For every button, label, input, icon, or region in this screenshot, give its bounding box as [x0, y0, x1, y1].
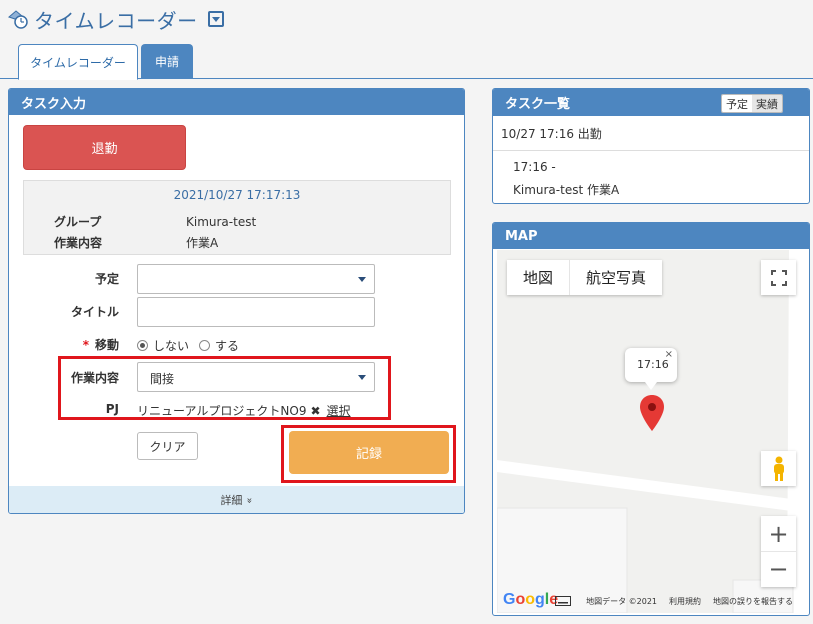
work-content-label: 作業内容 [70, 371, 119, 385]
pj-label: PJ [105, 402, 119, 416]
move-label: * 移動 [49, 336, 119, 353]
radio-unchecked-icon [199, 340, 210, 351]
list-item[interactable]: 10/27 17:16 出勤 [493, 116, 809, 151]
keyboard-icon[interactable] [555, 596, 571, 606]
work-value: 作業A [186, 236, 219, 250]
move-label-text: 移動 [94, 338, 119, 352]
fullscreen-button[interactable] [761, 260, 796, 295]
remove-icon[interactable]: ✖ [310, 404, 320, 418]
status-datetime: 2021/10/27 17:17:13 [173, 188, 301, 202]
move-radio-yes-label: する [215, 339, 240, 353]
fullscreen-icon [770, 269, 787, 286]
switch-plan[interactable]: 予定 [722, 95, 752, 112]
map-type-satellite-button[interactable]: 航空写真 [569, 260, 662, 295]
list-item-time: 17:16 - [513, 160, 556, 174]
title-input[interactable] [137, 297, 375, 327]
move-radio-no-label: しない [153, 339, 190, 353]
zoom-out-button[interactable]: − [761, 552, 796, 587]
map-panel: MAP 地図 航空写真 17:16 × + − Google 地図データ ©20… [492, 222, 810, 616]
switch-actual[interactable]: 実績 [752, 95, 782, 112]
report-error-link[interactable]: 地図の誤りを報告する [713, 596, 793, 607]
timerecorder-logo-icon [6, 8, 30, 30]
task-list-header: タスク一覧 予定 実績 [493, 89, 809, 116]
map-footer: 地図データ ©2021 利用規約 地図の誤りを報告する [586, 596, 793, 607]
task-list-title: タスク一覧 [505, 97, 571, 112]
task-list-panel: タスク一覧 予定 実績 10/27 17:16 出勤 17:16 - Kimur… [492, 88, 810, 204]
map-info-popup: 17:16 × [625, 348, 677, 390]
title-label: タイトル [70, 305, 119, 319]
pj-field: リニューアルプロジェクトNO9 ✖ 選択 [137, 402, 351, 419]
chevron-down-icon: » [244, 496, 255, 504]
clear-button[interactable]: クリア [137, 432, 198, 460]
caret-down-icon [358, 277, 366, 282]
move-radio-no[interactable]: しない [137, 337, 189, 354]
map-type-control: 地図 航空写真 [507, 260, 663, 295]
plan-label: 予定 [94, 272, 119, 286]
tab-request[interactable]: 申請 [141, 44, 193, 79]
work-content-select[interactable]: 間接 [137, 362, 375, 392]
group-value: Kimura-test [186, 215, 257, 229]
work-row: 作業内容 作業A [54, 234, 218, 251]
caret-down-icon [358, 375, 366, 380]
terms-link[interactable]: 利用規約 [669, 596, 701, 607]
pegman-icon [773, 456, 784, 481]
current-status-box: 2021/10/27 17:17:13 グループ Kimura-test 作業内容… [23, 180, 451, 255]
required-mark: * [82, 338, 89, 352]
map-canvas[interactable]: 地図 航空写真 17:16 × + − Google 地図データ ©2021 利… [497, 250, 799, 613]
leave-button[interactable]: 退勤 [23, 125, 186, 170]
street-view-button[interactable] [761, 451, 796, 486]
move-radio-yes[interactable]: する [199, 337, 239, 354]
map-pin-icon[interactable] [640, 395, 664, 431]
google-logo: Google [503, 591, 559, 608]
caret-down-icon [211, 16, 220, 22]
plan-actual-switch: 予定 実績 [721, 94, 783, 113]
zoom-control: + − [761, 516, 796, 587]
popup-close-icon[interactable]: × [665, 349, 673, 360]
group-label: グループ [54, 215, 102, 229]
pj-value: リニューアルプロジェクトNO9 [137, 404, 307, 418]
tab-timerecorder[interactable]: タイムレコーダー [18, 44, 138, 80]
menu-toggle-button[interactable] [207, 11, 224, 27]
radio-checked-icon [137, 340, 148, 351]
work-content-value: 間接 [150, 372, 175, 386]
detail-toggle[interactable]: 詳細 » [9, 486, 464, 513]
record-button[interactable]: 記録 [289, 431, 449, 474]
pj-select-link[interactable]: 選択 [327, 402, 351, 419]
detail-toggle-label: 詳細 [220, 494, 243, 507]
map-type-map-button[interactable]: 地図 [507, 260, 569, 295]
map-header: MAP [493, 223, 809, 249]
zoom-in-button[interactable]: + [761, 517, 796, 552]
app-title: タイムレコーダー [34, 8, 198, 33]
main-tabs: タイムレコーダー 申請 [0, 42, 813, 80]
task-input-panel: タスク入力 退勤 2021/10/27 17:17:13 グループ Kimura-… [8, 88, 465, 514]
group-row: グループ Kimura-test [54, 213, 256, 230]
app-header: タイムレコーダー [6, 6, 224, 33]
map-data-credit: 地図データ ©2021 [586, 597, 657, 606]
task-input-header: タスク入力 [9, 89, 464, 115]
plan-select[interactable] [137, 264, 375, 294]
work-label: 作業内容 [54, 236, 103, 250]
list-item-detail: Kimura-test 作業A [513, 183, 620, 197]
map-streets [497, 250, 799, 613]
